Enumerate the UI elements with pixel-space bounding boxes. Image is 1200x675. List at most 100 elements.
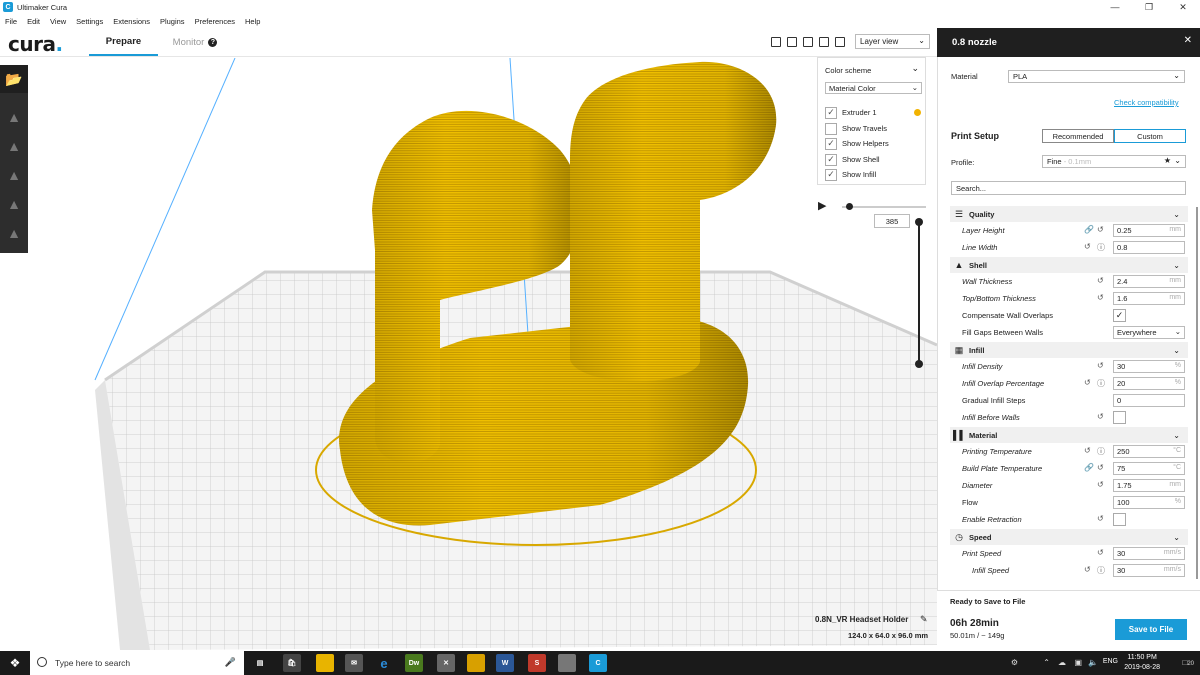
save-to-file-button[interactable]: Save to File (1115, 619, 1187, 640)
file-explorer-icon[interactable] (316, 654, 334, 672)
settings-scrollbar[interactable] (1196, 207, 1198, 579)
slider-handle-bottom[interactable] (915, 360, 923, 368)
pencil-icon[interactable]: ✎ (920, 614, 928, 625)
minimize-button[interactable]: — (1098, 0, 1132, 14)
reset-icon[interactable]: ↺ (1084, 446, 1091, 455)
microphone-icon[interactable]: 🎤 (225, 657, 236, 668)
reset-icon[interactable]: ↺ (1097, 548, 1104, 557)
windows-start-icon[interactable]: ❖ (0, 651, 30, 675)
onedrive-icon[interactable]: ☁ (1058, 658, 1066, 667)
infill-density-input[interactable]: 30% (1113, 360, 1185, 373)
view-top-icon[interactable] (803, 37, 813, 47)
store-icon[interactable]: 🛍 (283, 654, 301, 672)
custom-mode-button[interactable]: Custom (1114, 129, 1186, 143)
menu-file[interactable]: File (0, 17, 22, 26)
build-plate-viewport[interactable] (0, 58, 937, 651)
category-speed[interactable]: ◷ Speed ⌄ (950, 529, 1188, 545)
edge-icon[interactable]: e (375, 654, 393, 672)
printer-header[interactable]: 0.8 nozzle ✕ (937, 28, 1200, 57)
color-scheme-dropdown[interactable]: Material Color ⌄ (825, 82, 922, 94)
checkbox[interactable]: ✓ (825, 168, 837, 181)
category-infill[interactable]: ▦ Infill ⌄ (950, 342, 1188, 358)
word-icon[interactable]: W (496, 654, 514, 672)
system-clock[interactable]: 11:50 PM 2019-08-28 (1124, 653, 1160, 673)
reset-icon[interactable]: ↺ (1097, 293, 1104, 302)
show-shell-toggle[interactable]: ✓ Show Shell (825, 153, 880, 166)
folder-icon[interactable] (467, 654, 485, 672)
mirror-tool-icon[interactable]: ▲ (0, 190, 28, 218)
volume-icon[interactable]: 🔈 (1088, 658, 1098, 667)
language-indicator[interactable]: ENG (1103, 658, 1118, 665)
reset-icon[interactable]: ↺ (1097, 480, 1104, 489)
open-file-icon[interactable]: 📂 (0, 65, 28, 93)
app-icon[interactable]: ✕ (437, 654, 455, 672)
layer-height-input[interactable]: 0.25 mm (1113, 224, 1185, 237)
wall-thickness-input[interactable]: 2.4 mm (1113, 275, 1185, 288)
task-view-icon[interactable]: ▤ (251, 654, 269, 672)
checkbox[interactable] (825, 122, 837, 135)
tray-chevron-icon[interactable]: ⌃ (1043, 658, 1050, 667)
view-3d-icon[interactable] (771, 37, 781, 47)
taskbar-search-input[interactable]: Type here to search 🎤 (30, 651, 244, 675)
network-icon[interactable]: ▣ (1074, 658, 1082, 667)
recommended-mode-button[interactable]: Recommended (1042, 129, 1114, 143)
notification-icon[interactable]: □20 (1182, 658, 1194, 667)
view-mode-dropdown[interactable]: Layer view ⌄ (855, 34, 930, 49)
reset-icon[interactable]: ↺ (1084, 242, 1091, 251)
print-speed-input[interactable]: 30 mm/s (1113, 547, 1185, 560)
checkbox[interactable]: ✓ (825, 106, 837, 119)
reset-icon[interactable]: ↺ (1084, 378, 1091, 387)
menu-view[interactable]: View (45, 17, 71, 26)
diameter-input[interactable]: 1.75 mm (1113, 479, 1185, 492)
menu-settings[interactable]: Settings (71, 17, 108, 26)
menu-plugins[interactable]: Plugins (155, 17, 190, 26)
infill-before-walls-checkbox[interactable] (1113, 411, 1126, 424)
flow-input[interactable]: 100% (1113, 496, 1185, 509)
reset-icon[interactable]: ↺ (1097, 276, 1104, 285)
category-material[interactable]: ▌▌ Material ⌄ (950, 427, 1188, 443)
scale-tool-icon[interactable]: ▲ (0, 132, 28, 160)
menu-edit[interactable]: Edit (22, 17, 45, 26)
view-front-icon[interactable] (787, 37, 797, 47)
gradual-infill-input[interactable]: 0 (1113, 394, 1185, 407)
solidworks-icon[interactable]: S (528, 654, 546, 672)
tab-monitor[interactable]: Monitor? (160, 28, 230, 56)
mail-icon[interactable]: ✉ (345, 654, 363, 672)
close-icon[interactable]: ✕ (1184, 35, 1192, 46)
dreamweaver-icon[interactable]: Dw (405, 654, 423, 672)
fill-gaps-dropdown[interactable]: Everywhere ⌄ (1113, 326, 1185, 339)
menu-preferences[interactable]: Preferences (190, 17, 240, 26)
menu-extensions[interactable]: Extensions (108, 17, 155, 26)
play-icon[interactable]: ▶ (818, 199, 826, 212)
category-quality[interactable]: ☰ Quality ⌄ (950, 206, 1188, 222)
close-button[interactable]: ✕ (1166, 0, 1200, 14)
people-icon[interactable]: ⚙ (1011, 658, 1018, 667)
show-infill-toggle[interactable]: ✓ Show Infill (825, 168, 876, 181)
infill-speed-input[interactable]: 30 mm/s (1113, 564, 1185, 577)
reset-icon[interactable]: ↺ (1097, 225, 1104, 234)
line-width-input[interactable]: 0.8 (1113, 241, 1185, 254)
menu-help[interactable]: Help (240, 17, 265, 26)
view-left-icon[interactable] (819, 37, 829, 47)
rotate-tool-icon[interactable]: ▲ (0, 161, 28, 189)
tab-prepare[interactable]: Prepare (89, 28, 158, 56)
enable-retraction-checkbox[interactable] (1113, 513, 1126, 526)
show-helpers-toggle[interactable]: ✓ Show Helpers (825, 137, 889, 150)
profile-dropdown[interactable]: Fine - 0.1mm ★ ⌄ (1042, 155, 1186, 168)
material-dropdown[interactable]: PLA ⌄ (1008, 70, 1185, 83)
checkbox[interactable]: ✓ (825, 137, 837, 150)
extruder-1-toggle[interactable]: ✓ Extruder 1 (825, 106, 877, 119)
move-tool-icon[interactable]: ▲ (0, 103, 28, 131)
show-travels-toggle[interactable]: Show Travels (825, 122, 887, 135)
check-compatibility-link[interactable]: Check compatibility (1114, 98, 1179, 107)
cura-taskbar-icon[interactable]: C (589, 654, 607, 672)
current-layer-input[interactable]: 385 (874, 214, 910, 228)
compensate-wall-checkbox[interactable]: ✓ (1113, 309, 1126, 322)
help-icon[interactable]: ? (208, 37, 218, 47)
reset-icon[interactable]: ↺ (1097, 412, 1104, 421)
settings-search-input[interactable]: Search... (951, 181, 1186, 195)
view-right-icon[interactable] (835, 37, 845, 47)
per-model-settings-icon[interactable]: ▲ (0, 219, 28, 247)
category-shell[interactable]: ▲ Shell ⌄ (950, 257, 1188, 273)
layer-range-slider[interactable] (918, 221, 920, 364)
